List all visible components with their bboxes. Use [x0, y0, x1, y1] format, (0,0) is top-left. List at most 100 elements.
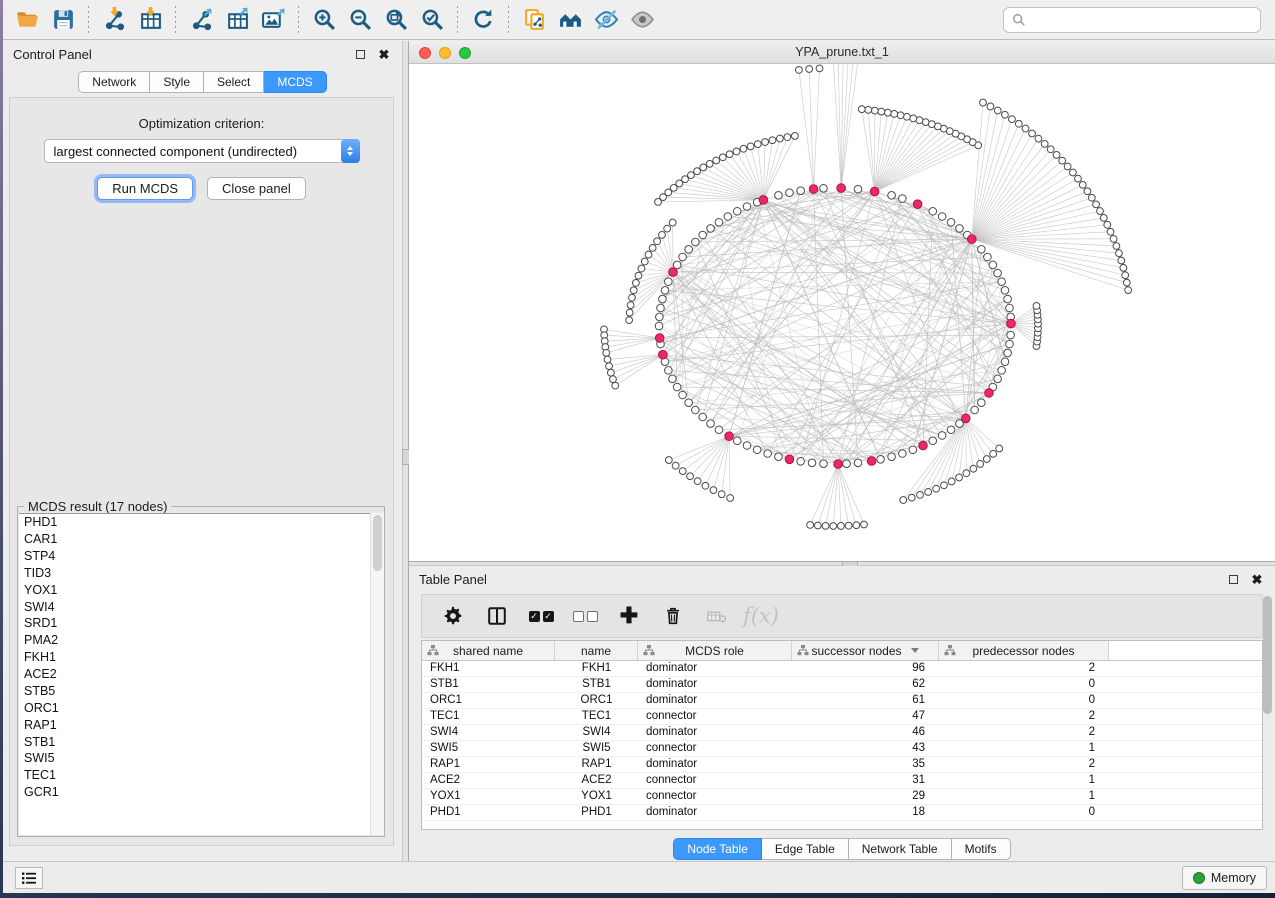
network-window-titlebar[interactable]: YPA_prune.txt_1: [409, 41, 1275, 64]
cell-predecessor-nodes: 2: [939, 709, 1109, 724]
open-button[interactable]: [9, 4, 45, 36]
select-stepper-icon: [341, 139, 360, 163]
column-header-predecessor-nodes[interactable]: predecessor nodes: [939, 641, 1109, 660]
cell-name: STB1: [555, 677, 638, 692]
search-icon: [1012, 13, 1026, 27]
select-all-button[interactable]: ✓✓: [526, 601, 556, 631]
show-panels-button[interactable]: [15, 867, 43, 889]
refresh-icon: [471, 7, 496, 32]
table-row[interactable]: ORC1ORC1dominator610: [422, 693, 1262, 709]
zoom-in-button[interactable]: [306, 4, 342, 36]
column-layout-button[interactable]: [482, 601, 512, 631]
mcds-result-item[interactable]: STP4: [19, 548, 383, 565]
attribute-type-icon: [643, 645, 655, 656]
deselect-all-button[interactable]: [570, 601, 600, 631]
export-table-button[interactable]: [219, 4, 255, 36]
zoom-out-button[interactable]: [342, 4, 378, 36]
table-row[interactable]: YOX1YOX1connector291: [422, 789, 1262, 805]
settings-icon: [442, 605, 464, 627]
table-row[interactable]: SWI4SWI4dominator462: [422, 725, 1262, 741]
column-header-name[interactable]: name: [555, 641, 638, 660]
column-header-shared-name[interactable]: shared name: [422, 641, 555, 660]
mcds-result-item[interactable]: ACE2: [19, 666, 383, 683]
search-box[interactable]: [1003, 7, 1261, 33]
optimization-criterion-select[interactable]: largest connected component (undirected): [44, 139, 360, 163]
mcds-result-item[interactable]: RAP1: [19, 717, 383, 734]
cell-predecessor-nodes: 0: [939, 693, 1109, 708]
mcds-result-item[interactable]: FKH1: [19, 649, 383, 666]
mcds-result-item[interactable]: YOX1: [19, 582, 383, 599]
tab-mcds[interactable]: MCDS: [264, 71, 326, 93]
memory-button[interactable]: Memory: [1182, 866, 1267, 890]
close-panel-button[interactable]: ✖: [376, 46, 392, 62]
column-header-successor-nodes[interactable]: successor nodes: [792, 641, 939, 660]
run-mcds-button[interactable]: Run MCDS: [97, 177, 193, 200]
table-row[interactable]: FKH1FKH1dominator962: [422, 661, 1262, 677]
delete-column-button[interactable]: [658, 601, 688, 631]
mcds-result-item[interactable]: SRD1: [19, 615, 383, 632]
mcds-result-item[interactable]: STB5: [19, 683, 383, 700]
table-scrollbar-thumb[interactable]: [1263, 596, 1272, 714]
network-view-window: YPA_prune.txt_1: [409, 41, 1275, 561]
show-all-button[interactable]: [624, 4, 660, 36]
export-image-button[interactable]: [255, 4, 291, 36]
zoom-selected-button[interactable]: [414, 4, 450, 36]
save-button[interactable]: [45, 4, 81, 36]
mcds-result-item[interactable]: CAR1: [19, 531, 383, 548]
zoom-out-icon: [348, 7, 373, 32]
tab-network[interactable]: Network: [78, 71, 150, 93]
hide-selected-button[interactable]: [588, 4, 624, 36]
header-filler: [1109, 641, 1262, 660]
close-table-panel-button[interactable]: ✖: [1249, 571, 1265, 587]
sort-desc-icon: [911, 648, 919, 653]
mcds-result-item[interactable]: SWI5: [19, 750, 383, 767]
vertical-splitter[interactable]: [402, 41, 409, 861]
mcds-result-item[interactable]: TID3: [19, 565, 383, 582]
table-scrollbar[interactable]: [1263, 592, 1273, 748]
mcds-result-item[interactable]: GCR1: [19, 784, 383, 801]
export-network-button[interactable]: [183, 4, 219, 36]
table-row[interactable]: RAP1RAP1dominator352: [422, 757, 1262, 773]
tab-select[interactable]: Select: [204, 71, 264, 93]
close-mcds-panel-button[interactable]: Close panel: [207, 177, 306, 200]
mcds-result-item[interactable]: PHD1: [19, 514, 383, 531]
export-network-icon: [189, 7, 214, 32]
cell-shared-name: PHD1: [422, 805, 555, 820]
table-row[interactable]: STB1STB1dominator620: [422, 677, 1262, 693]
search-input[interactable]: [1032, 13, 1252, 28]
mcds-result-item[interactable]: SWI4: [19, 598, 383, 615]
attribute-type-icon: [944, 645, 956, 656]
mcds-result-item[interactable]: STB1: [19, 733, 383, 750]
settings-button[interactable]: [438, 601, 468, 631]
table-row[interactable]: SWI5SWI5connector431: [422, 741, 1262, 757]
table-row[interactable]: PHD1PHD1dominator180: [422, 805, 1262, 821]
new-network-from-selection-button[interactable]: [516, 4, 552, 36]
mcds-result-item[interactable]: PMA2: [19, 632, 383, 649]
add-column-button[interactable]: ✚: [614, 601, 644, 631]
float-table-panel-button[interactable]: [1225, 571, 1241, 587]
table-row[interactable]: ACE2ACE2connector311: [422, 773, 1262, 789]
cell-shared-name: STB1: [422, 677, 555, 692]
cell-predecessor-nodes: 0: [939, 805, 1109, 820]
tab-node-table[interactable]: Node Table: [673, 838, 762, 860]
tab-edge-table[interactable]: Edge Table: [762, 838, 849, 860]
mcds-result-item[interactable]: TEC1: [19, 767, 383, 784]
column-header-MCDS-role[interactable]: MCDS role: [638, 641, 792, 660]
refresh-button[interactable]: [465, 4, 501, 36]
new-network-from-selection-icon: [522, 7, 547, 32]
first-neighbors-button[interactable]: [552, 4, 588, 36]
table-row[interactable]: TEC1TEC1connector472: [422, 709, 1262, 725]
import-table-button[interactable]: [132, 4, 168, 36]
tab-motifs[interactable]: Motifs: [952, 838, 1011, 860]
tab-network-table[interactable]: Network Table: [849, 838, 952, 860]
zoom-fit-button[interactable]: [378, 4, 414, 36]
mcds-list-scrollbar[interactable]: [370, 513, 384, 835]
toolbar-separator: [298, 6, 299, 34]
control-panel: Control Panel ✖ NetworkStyleSelectMCDS O…: [3, 41, 402, 861]
float-panel-button[interactable]: [352, 46, 368, 62]
import-network-button[interactable]: [96, 4, 132, 36]
cell-successor-nodes: 18: [792, 805, 939, 820]
network-canvas[interactable]: [409, 64, 1275, 561]
tab-style[interactable]: Style: [150, 71, 204, 93]
mcds-result-item[interactable]: ORC1: [19, 700, 383, 717]
